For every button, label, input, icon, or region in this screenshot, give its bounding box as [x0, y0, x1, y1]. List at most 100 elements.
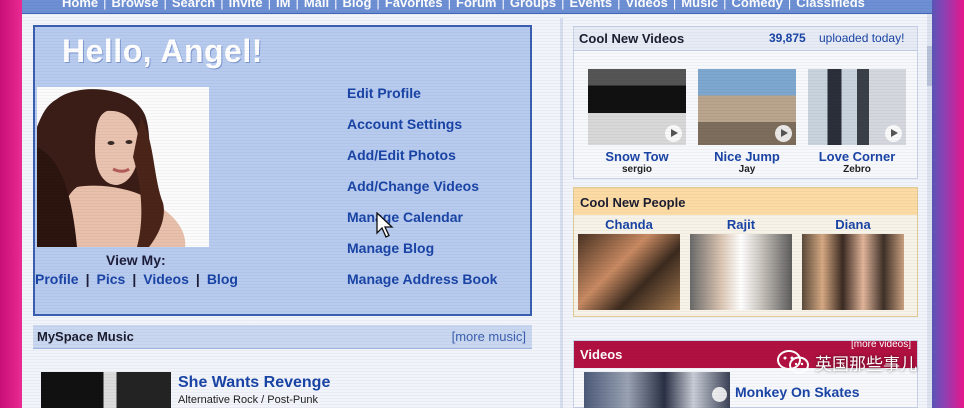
- greeting-heading: Hello, Angel!: [62, 33, 263, 69]
- view-my-videos-link[interactable]: Videos: [143, 271, 189, 287]
- manage-blog-link[interactable]: Manage Blog: [347, 240, 434, 256]
- music-section-header: MySpace Music [more music]: [33, 325, 532, 349]
- mouse-cursor-icon: [376, 212, 394, 238]
- nav-separator: |: [723, 0, 727, 10]
- account-settings-link[interactable]: Account Settings: [347, 116, 462, 132]
- nav-separator: |: [617, 0, 621, 10]
- person-card: Rajit: [690, 217, 792, 310]
- nav-separator: |: [295, 0, 299, 10]
- nav-separator: |: [561, 0, 565, 10]
- nav-groups[interactable]: Groups: [510, 0, 556, 10]
- nav-separator: |: [220, 0, 224, 10]
- nav-separator: |: [334, 0, 338, 10]
- nav-separator: |: [501, 0, 505, 10]
- person-photo[interactable]: [578, 234, 680, 310]
- view-my-links: Profile | Pics | Videos | Blog: [35, 271, 238, 287]
- play-icon: [885, 125, 902, 142]
- video-title-link[interactable]: Nice Jump: [698, 149, 796, 164]
- scrollbar-thumb[interactable]: [927, 46, 932, 86]
- profile-actions-list: Edit Profile Account Settings Add/Edit P…: [347, 85, 497, 302]
- cool-new-people-title: Cool New People: [580, 195, 686, 210]
- nav-music[interactable]: Music: [681, 0, 718, 10]
- myspace-page: Home | Browse | Search | Invite | IM | Mail | …: [22, 0, 932, 408]
- video-card: Love Corner Zebro: [808, 69, 906, 175]
- video-card: Snow Tow sergio: [588, 69, 686, 175]
- person-name-link[interactable]: Diana: [802, 217, 904, 232]
- view-my-separator: |: [132, 271, 137, 287]
- featured-video-thumbnail[interactable]: [584, 372, 730, 408]
- nav-mail[interactable]: Mail: [304, 0, 329, 10]
- add-change-videos-link[interactable]: Add/Change Videos: [347, 178, 479, 194]
- videos-uploaded-count: 39,875: [769, 31, 806, 45]
- nav-separator: |: [103, 0, 107, 10]
- cool-new-videos-box: Cool New Videos 39,875 uploaded today! S…: [573, 26, 918, 179]
- view-my-blog-link[interactable]: Blog: [207, 271, 238, 287]
- view-my-profile-link[interactable]: Profile: [35, 271, 79, 287]
- nav-separator: |: [376, 0, 380, 10]
- view-my-pics-link[interactable]: Pics: [97, 271, 126, 287]
- video-uploader: Zebro: [843, 164, 871, 175]
- play-icon: [665, 125, 682, 142]
- watermark-text: 英国那些事儿: [815, 354, 917, 375]
- video-card: Nice Jump Jay: [698, 69, 796, 175]
- column-divider: [560, 18, 563, 408]
- profile-photo[interactable]: [37, 87, 209, 247]
- featured-video-link[interactable]: Monkey On Skates: [735, 384, 860, 400]
- nav-separator: |: [672, 0, 677, 10]
- videos-uploaded-suffix: uploaded today!: [819, 31, 905, 45]
- nav-separator: |: [787, 0, 792, 10]
- add-edit-photos-link[interactable]: Add/Edit Photos: [347, 147, 456, 163]
- nav-separator: |: [447, 0, 452, 10]
- play-icon: [712, 387, 727, 402]
- watermark: 英国那些事儿: [777, 349, 917, 375]
- video-thumbnail[interactable]: [588, 69, 686, 145]
- video-uploader: Jay: [738, 164, 756, 175]
- play-icon: [775, 125, 792, 142]
- wechat-logo-icon: [777, 350, 809, 374]
- top-nav-list: Home | Browse | Search | Invite | IM | Mail | …: [62, 0, 865, 10]
- nav-home[interactable]: Home: [62, 0, 98, 10]
- nav-browse[interactable]: Browse: [112, 0, 159, 10]
- video-title-link[interactable]: Love Corner: [808, 149, 906, 164]
- person-name-link[interactable]: Rajit: [690, 217, 792, 232]
- nav-search[interactable]: Search: [172, 0, 215, 10]
- nav-im[interactable]: IM: [276, 0, 290, 10]
- cool-new-people-header: Cool New People: [574, 188, 917, 215]
- edit-profile-link[interactable]: Edit Profile: [347, 85, 421, 101]
- featured-band-genre: Alternative Rock / Post-Punk: [178, 394, 319, 406]
- video-title-link[interactable]: Snow Tow: [588, 149, 686, 164]
- more-music-link[interactable]: [more music]: [452, 329, 526, 344]
- person-card: Chanda: [578, 217, 680, 310]
- nav-forum[interactable]: Forum: [456, 0, 496, 10]
- video-thumbnail[interactable]: [808, 69, 906, 145]
- nav-separator: |: [267, 0, 271, 10]
- top-nav: Home | Browse | Search | Invite | IM | Mail | …: [22, 0, 932, 14]
- cool-new-videos-title: Cool New Videos: [579, 31, 685, 46]
- video-uploader: sergio: [621, 164, 652, 175]
- manage-calendar-link[interactable]: Manage Calendar: [347, 209, 463, 225]
- nav-comedy[interactable]: Comedy: [732, 0, 783, 10]
- nav-blog[interactable]: Blog: [343, 0, 372, 10]
- person-photo[interactable]: [690, 234, 792, 310]
- view-my-separator: |: [195, 271, 200, 287]
- music-section-title: MySpace Music: [37, 329, 134, 344]
- view-my-separator: |: [85, 271, 90, 287]
- frame-left-edge: [0, 0, 22, 408]
- person-photo[interactable]: [802, 234, 904, 310]
- video-thumbnail[interactable]: [698, 69, 796, 145]
- nav-classifieds[interactable]: Classifieds: [796, 0, 865, 10]
- featured-band-name[interactable]: She Wants Revenge: [178, 374, 330, 392]
- nav-invite[interactable]: Invite: [229, 0, 263, 10]
- featured-band-image[interactable]: [41, 372, 171, 408]
- view-my-label: View My:: [106, 252, 166, 268]
- profile-photo-image: [37, 87, 209, 247]
- videos-title: Videos: [580, 347, 623, 362]
- profile-welcome-box: Hello, Angel! View My: Profile | Pics | …: [33, 25, 532, 316]
- frame-right-edge: [932, 0, 964, 408]
- person-card: Diana: [802, 217, 904, 310]
- manage-address-book-link[interactable]: Manage Address Book: [347, 271, 497, 287]
- person-name-link[interactable]: Chanda: [578, 217, 680, 232]
- nav-events[interactable]: Events: [569, 0, 612, 10]
- nav-favorites[interactable]: Favorites: [385, 0, 443, 10]
- nav-videos[interactable]: Videos: [626, 0, 668, 10]
